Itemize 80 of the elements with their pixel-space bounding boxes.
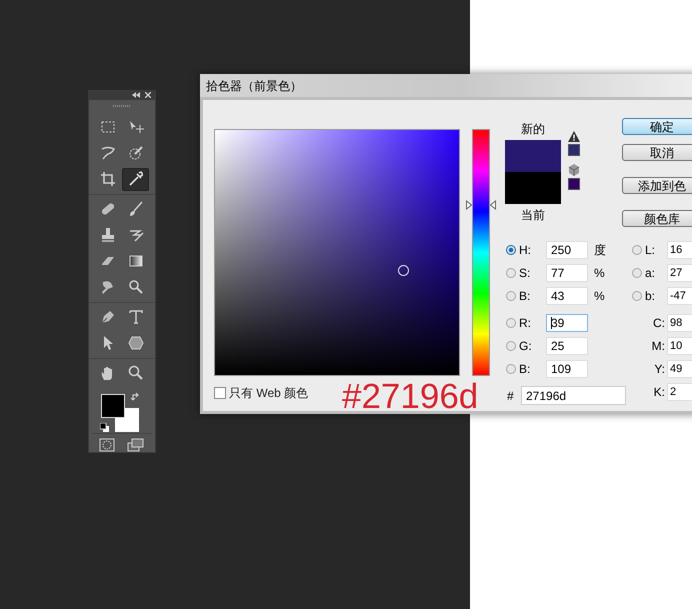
color-marker[interactable]	[398, 264, 409, 276]
lasso-icon	[100, 145, 116, 162]
crop-icon	[100, 171, 116, 188]
radio-button[interactable]	[506, 318, 516, 328]
unit-label: 度	[594, 242, 606, 259]
field-label: B:	[519, 361, 532, 378]
collapse-icon[interactable]	[132, 92, 140, 98]
dashed-rectangle-icon	[100, 119, 116, 136]
screen-mode-icon[interactable]	[127, 438, 145, 452]
dialog-button[interactable]: 确定	[622, 118, 692, 135]
field-label: Y:	[653, 361, 665, 378]
close-icon[interactable]	[145, 92, 151, 98]
web-safe-color-swatch[interactable]	[568, 178, 580, 190]
gradient-icon	[128, 253, 144, 270]
zoom-icon	[128, 365, 144, 382]
number-input[interactable]: 25	[546, 337, 588, 355]
radio-button[interactable]	[632, 291, 642, 301]
dialog-button[interactable]: 颜色库	[622, 210, 692, 227]
brush-icon	[128, 201, 144, 218]
number-input[interactable]: 43	[546, 287, 588, 305]
field-label: b:	[645, 288, 656, 305]
radio-button[interactable]	[506, 291, 516, 301]
hue-slider-thumb[interactable]	[466, 200, 496, 210]
radio-button[interactable]	[506, 245, 516, 255]
number-input[interactable]: 109	[546, 360, 588, 378]
number-input[interactable]: 98	[667, 314, 692, 332]
field-label: C:	[652, 315, 665, 332]
number-input[interactable]: 2	[667, 383, 692, 401]
radio-button[interactable]	[632, 245, 642, 255]
number-input[interactable]: 39	[546, 314, 588, 332]
hex-label: #	[507, 388, 515, 404]
dialog-title: 拾色器（前景色）	[206, 78, 302, 94]
type-icon	[128, 309, 144, 326]
field-label: M:	[650, 338, 665, 355]
hue-slider[interactable]	[466, 129, 496, 376]
dialog-button[interactable]: 取消	[622, 144, 692, 161]
eyedropper-icon	[128, 171, 144, 188]
field-label: R:	[519, 315, 532, 332]
checkbox[interactable]	[214, 387, 226, 399]
unit-label: %	[594, 265, 605, 282]
dialog-button[interactable]: 添加到色	[622, 177, 692, 194]
warning-icon	[568, 131, 580, 142]
number-input[interactable]: 27	[667, 264, 692, 282]
current-label: 当前	[521, 207, 545, 224]
tool-button[interactable]	[122, 168, 149, 191]
unit-label: %	[594, 288, 605, 305]
number-input[interactable]: 77	[546, 264, 588, 282]
gamut-color-swatch[interactable]	[568, 144, 580, 156]
saturation-brightness-field[interactable]	[214, 129, 460, 376]
field-label: G:	[519, 338, 533, 355]
pen-nib-icon	[100, 309, 116, 326]
new-label: 新的	[521, 121, 545, 138]
radio-button[interactable]	[506, 268, 516, 278]
current-color-swatch[interactable]	[505, 172, 561, 204]
default-colors-icon[interactable]	[100, 422, 109, 432]
radio-button[interactable]	[506, 341, 516, 351]
foreground-color-swatch[interactable]	[101, 394, 125, 418]
swap-arrows-icon[interactable]	[131, 392, 141, 402]
field-label: L:	[645, 242, 656, 259]
checkbox-label: 只有 Web 颜色	[229, 385, 308, 402]
hexagon-icon	[128, 335, 144, 352]
number-input[interactable]: 49	[667, 360, 692, 378]
field-label: a:	[645, 265, 656, 282]
field-label: B:	[519, 288, 532, 305]
quick-mask-icon[interactable]	[99, 438, 115, 452]
number-input[interactable]: 16	[667, 241, 692, 259]
number-input[interactable]: 250	[546, 241, 588, 259]
cube-icon	[568, 164, 580, 176]
field-label: K:	[652, 384, 665, 401]
annotation-text: #27196d	[342, 379, 478, 414]
grip-icon[interactable]	[113, 105, 131, 108]
radio-button[interactable]	[632, 268, 642, 278]
arrow-move-icon	[128, 119, 144, 136]
radio-button[interactable]	[506, 364, 516, 374]
stamp-icon	[100, 227, 116, 244]
brush-circle-icon	[128, 145, 144, 162]
field-label: H:	[519, 242, 532, 259]
number-input[interactable]: -47	[667, 287, 692, 305]
field-label: S:	[519, 265, 532, 282]
number-input[interactable]: 10	[667, 337, 692, 355]
